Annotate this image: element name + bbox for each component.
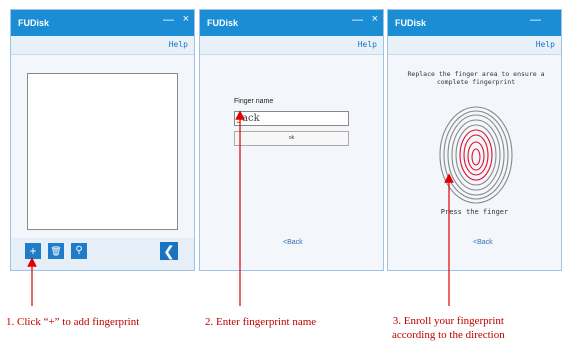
caption-step-2: 2. Enter fingerprint name <box>205 316 317 328</box>
annotation-arrows <box>27 110 454 306</box>
caption-step-3-line2: according to the direction <box>392 329 505 341</box>
caption-step-3: 3. Enroll your fingerprint according to … <box>392 314 505 342</box>
caption-step-3-line1: 3. Enroll your fingerprint <box>392 315 504 327</box>
caption-step-1: 1. Click “+” to add fingerprint <box>6 316 140 328</box>
